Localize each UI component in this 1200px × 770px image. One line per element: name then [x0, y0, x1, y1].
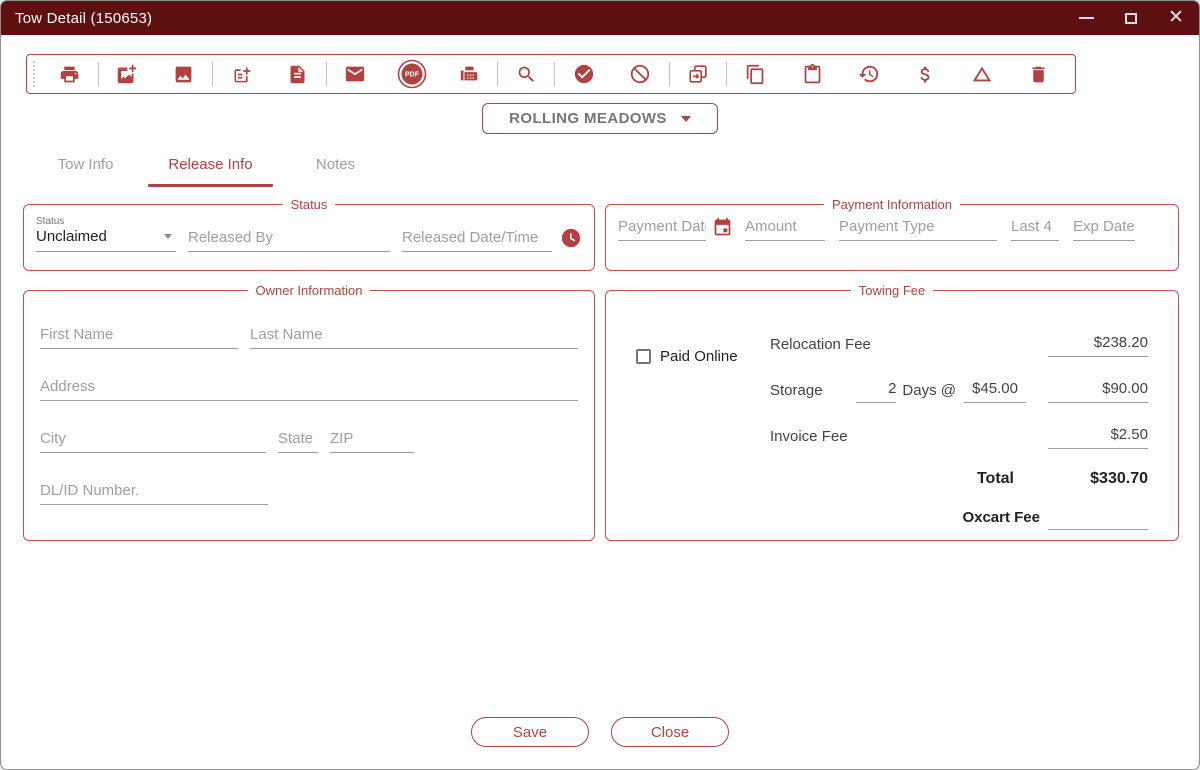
document-icon[interactable] [269, 64, 326, 85]
change-triangle-icon[interactable] [954, 63, 1011, 85]
tab-release-info[interactable]: Release Info [148, 148, 273, 187]
amount-input[interactable] [745, 216, 825, 241]
footer-actions: Save Close [1, 717, 1199, 769]
oxcart-fee-label: Oxcart Fee [962, 509, 1040, 530]
invoice-fee-row: Invoice Fee [770, 424, 1148, 449]
print-icon[interactable] [41, 64, 98, 85]
relocation-fee-row: Relocation Fee [770, 332, 1148, 357]
released-datetime-input[interactable] [402, 227, 552, 252]
days-at-label: Days @ [902, 382, 956, 403]
toolbar: PDF [26, 54, 1076, 94]
storage-label: Storage [770, 382, 856, 403]
paid-online-label: Paid Online [660, 348, 738, 365]
location-dropdown[interactable]: ROLLING MEADOWS [482, 103, 718, 134]
owner-section-legend: Owner Information [248, 283, 371, 298]
checkbox-icon [636, 349, 651, 364]
svg-text:PDF: PDF [405, 72, 420, 79]
photo-icon[interactable] [155, 64, 212, 85]
paid-online-checkbox[interactable]: Paid Online [636, 348, 738, 365]
last-name-input[interactable] [250, 324, 578, 349]
toolbar-drag-handle[interactable] [33, 61, 39, 87]
payment-date-input[interactable] [618, 216, 706, 241]
chevron-down-icon [164, 234, 172, 239]
total-row: Total $330.70 [770, 470, 1148, 488]
released-by-input[interactable] [188, 227, 390, 252]
owner-section: Owner Information [23, 283, 595, 541]
maximize-button[interactable] [1122, 9, 1140, 27]
window-title: Tow Detail (150653) [15, 10, 152, 27]
status-section: Status Status Unclaimed [23, 197, 595, 271]
relocation-fee-input[interactable] [1048, 332, 1148, 357]
zip-input[interactable] [330, 428, 414, 453]
search-icon[interactable] [498, 64, 555, 85]
last4-input[interactable] [1011, 216, 1059, 241]
transfer-icon[interactable] [670, 63, 727, 85]
status-section-legend: Status [283, 197, 336, 212]
clock-icon[interactable] [560, 227, 582, 249]
address-input[interactable] [40, 376, 578, 401]
first-name-input[interactable] [40, 324, 238, 349]
payment-section: Payment Information [605, 197, 1179, 271]
chevron-down-icon [681, 116, 691, 122]
copy-icon[interactable] [727, 64, 784, 85]
save-button[interactable]: Save [471, 717, 589, 747]
exp-date-input[interactable] [1073, 216, 1135, 241]
add-document-icon[interactable] [213, 64, 270, 85]
tow-detail-window: Tow Detail (150653) ✕ P [0, 0, 1200, 770]
paste-icon[interactable] [784, 64, 841, 85]
total-value: $330.70 [1048, 470, 1148, 488]
void-block-icon[interactable] [612, 63, 669, 85]
status-select-value: Unclaimed [36, 228, 107, 245]
charges-dollar-icon[interactable] [897, 64, 954, 85]
calendar-icon[interactable] [712, 217, 733, 238]
release-info-panels: Status Status Unclaimed Payment Informat… [23, 197, 1179, 541]
minimize-button[interactable] [1077, 9, 1095, 27]
history-icon[interactable] [841, 63, 898, 85]
towing-fee-legend: Towing Fee [851, 283, 933, 298]
add-photo-icon[interactable] [99, 64, 156, 85]
fax-icon[interactable] [440, 63, 497, 85]
email-icon[interactable] [327, 63, 384, 85]
city-input[interactable] [40, 428, 266, 453]
total-label: Total [977, 470, 1014, 488]
delete-icon[interactable] [1010, 64, 1067, 85]
storage-amount-input[interactable] [1048, 378, 1148, 403]
status-field-label: Status [36, 216, 176, 227]
pdf-icon[interactable]: PDF [384, 59, 441, 89]
approve-check-icon[interactable] [555, 63, 612, 85]
tab-notes[interactable]: Notes [273, 148, 398, 187]
storage-fee-row: Storage Days @ [770, 378, 1148, 403]
state-input[interactable] [278, 428, 318, 453]
tab-tow-info[interactable]: Tow Info [23, 148, 148, 187]
payment-section-legend: Payment Information [824, 197, 960, 212]
location-dropdown-value: ROLLING MEADOWS [509, 110, 667, 127]
storage-rate-input[interactable] [964, 378, 1026, 403]
close-window-button[interactable]: ✕ [1167, 9, 1185, 27]
invoice-fee-label: Invoice Fee [770, 428, 1048, 449]
oxcart-fee-input[interactable] [1048, 505, 1148, 530]
invoice-fee-input[interactable] [1048, 424, 1148, 449]
title-bar: Tow Detail (150653) ✕ [1, 1, 1199, 35]
close-button[interactable]: Close [611, 717, 729, 747]
dl-id-input[interactable] [40, 480, 268, 505]
oxcart-fee-row: Oxcart Fee [770, 505, 1148, 530]
tab-bar: Tow Info Release Info Notes [23, 148, 1199, 187]
status-select[interactable]: Status Unclaimed [36, 216, 176, 252]
relocation-fee-label: Relocation Fee [770, 336, 1048, 357]
storage-days-input[interactable] [856, 378, 896, 403]
payment-type-input[interactable] [839, 216, 997, 241]
towing-fee-section: Towing Fee Paid Online Relocation Fee St… [605, 283, 1179, 541]
